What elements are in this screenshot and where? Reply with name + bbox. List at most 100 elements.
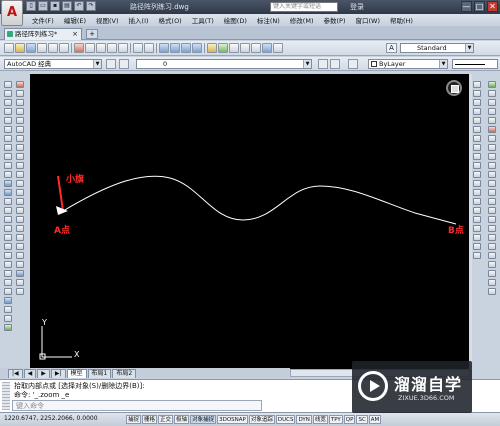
grid-toggle[interactable]: 栅格 [142,415,158,424]
offset-icon[interactable] [15,108,24,115]
linetype-dropdown[interactable] [452,59,498,69]
join-icon[interactable] [15,198,24,205]
tpy-toggle[interactable]: TPY [328,415,343,424]
layout-nav-last-icon[interactable]: ▶| [50,369,66,378]
text-style-icon[interactable]: A [386,43,397,53]
right-tool-14-icon[interactable] [472,198,481,205]
menu-parametric[interactable]: 参数(P) [323,15,345,25]
break-icon[interactable] [15,189,24,196]
menu-tools[interactable]: 工具(T) [192,15,214,25]
markup-icon[interactable] [251,43,261,53]
right2-tool-5-icon[interactable] [487,117,496,124]
right-tool-9-icon[interactable] [472,153,481,160]
ducs-toggle[interactable]: DUCS [275,415,296,424]
right-tool-2-icon[interactable] [472,90,481,97]
lineweight-toggle[interactable]: 线宽 [312,415,328,424]
layer-properties-icon[interactable] [119,59,129,69]
save-icon[interactable]: ▪ [50,1,60,11]
menu-insert[interactable]: 插入(I) [129,15,149,25]
make-block-icon[interactable] [3,189,12,196]
insert-block-icon[interactable] [3,180,12,187]
multiline-text-icon[interactable] [3,243,12,250]
tab-model[interactable]: 模型 [66,369,87,378]
gradient-icon[interactable] [3,216,12,223]
right-tool-20-icon[interactable] [472,252,481,259]
right2-tool-17-icon[interactable] [487,225,496,232]
layout-nav-next-icon[interactable]: ▶ [37,369,50,378]
break-at-point-icon[interactable] [15,180,24,187]
plot-preview-icon[interactable] [48,43,58,53]
zoom-realtime-icon[interactable] [170,43,180,53]
command-window-grip[interactable] [2,382,10,410]
open-icon[interactable]: ▭ [38,1,48,11]
modify-extra-4-icon[interactable] [15,270,24,277]
make-current-layer-icon[interactable] [318,59,328,69]
menu-help[interactable]: 帮助(H) [390,15,413,25]
extend-icon[interactable] [15,171,24,178]
new-icon[interactable]: ▯ [26,1,36,11]
login-link[interactable]: 登录 [350,2,364,12]
right2-tool-24-icon[interactable] [487,288,496,295]
blend-curves-icon[interactable] [15,225,24,232]
block-editor-icon[interactable] [118,43,128,53]
redo-icon[interactable]: ↷ [86,1,96,11]
new-tab-button[interactable]: + [86,29,98,39]
array-icon[interactable] [15,117,24,124]
tab-close-icon[interactable]: × [72,29,78,39]
right2-tool-11-icon[interactable] [487,171,496,178]
rotate-icon[interactable] [15,135,24,142]
modify-extra-1-icon[interactable] [15,243,24,250]
draw-extra-8-icon[interactable] [3,324,12,331]
zoom-previous-icon[interactable] [192,43,202,53]
right-tool-3-icon[interactable] [472,99,481,106]
right2-tool-22-icon[interactable] [487,270,496,277]
polygon-icon[interactable] [3,108,12,115]
hatch-icon[interactable] [3,207,12,214]
workspace-settings-icon[interactable] [106,59,116,69]
right-tool-19-icon[interactable] [472,243,481,250]
menu-edit[interactable]: 编辑(E) [64,15,86,25]
right-tool-17-icon[interactable] [472,225,481,232]
design-center-icon[interactable] [218,43,228,53]
draw-extra-7-icon[interactable] [3,315,12,322]
right-tool-10-icon[interactable] [472,162,481,169]
sc-toggle[interactable]: SC [356,415,368,424]
menu-draw[interactable]: 绘图(D) [224,15,247,25]
color-dropdown[interactable]: ByLayer ▼ [368,59,448,69]
qnew-icon[interactable] [4,43,14,53]
redo-tool-icon[interactable] [144,43,154,53]
modify-extra-5-icon[interactable] [15,279,24,286]
tab-layout2[interactable]: 布局2 [112,369,137,378]
copy-icon[interactable] [85,43,95,53]
add-selected-icon[interactable] [3,252,12,259]
right-tool-16-icon[interactable] [472,216,481,223]
am-toggle[interactable]: AM [368,415,382,424]
line-icon[interactable] [3,81,12,88]
point-icon[interactable] [3,198,12,205]
document-tab[interactable]: 路径阵列练习* × [4,28,82,40]
maximize-button[interactable]: □ [474,1,485,12]
move-icon[interactable] [15,126,24,133]
right2-tool-4-icon[interactable] [487,108,496,115]
menu-window[interactable]: 窗口(W) [355,15,380,25]
modify-extra-3-icon[interactable] [15,261,24,268]
right2-tool-7-icon[interactable] [487,135,496,142]
drawing-canvas[interactable]: 小旗 A点 B点 Y X [30,74,469,369]
paste-icon[interactable] [96,43,106,53]
undo-icon[interactable]: ↶ [74,1,84,11]
stretch-icon[interactable] [15,153,24,160]
save-file-icon[interactable] [26,43,36,53]
right-tool-6-icon[interactable] [472,126,481,133]
right2-tool-8-icon[interactable] [487,144,496,151]
right2-tool-2-icon[interactable] [487,90,496,97]
region-icon[interactable] [3,225,12,232]
right-tool-5-icon[interactable] [472,117,481,124]
cut-icon[interactable] [74,43,84,53]
osnap-toggle[interactable]: 对象捕捉 [190,415,217,424]
right2-tool-16-icon[interactable] [487,216,496,223]
right2-tool-23-icon[interactable] [487,279,496,286]
circle-icon[interactable] [3,135,12,142]
draw-extra-6-icon[interactable] [3,306,12,313]
3dosnap-toggle[interactable]: 3DOSNAP [217,415,248,424]
publish-icon[interactable] [59,43,69,53]
